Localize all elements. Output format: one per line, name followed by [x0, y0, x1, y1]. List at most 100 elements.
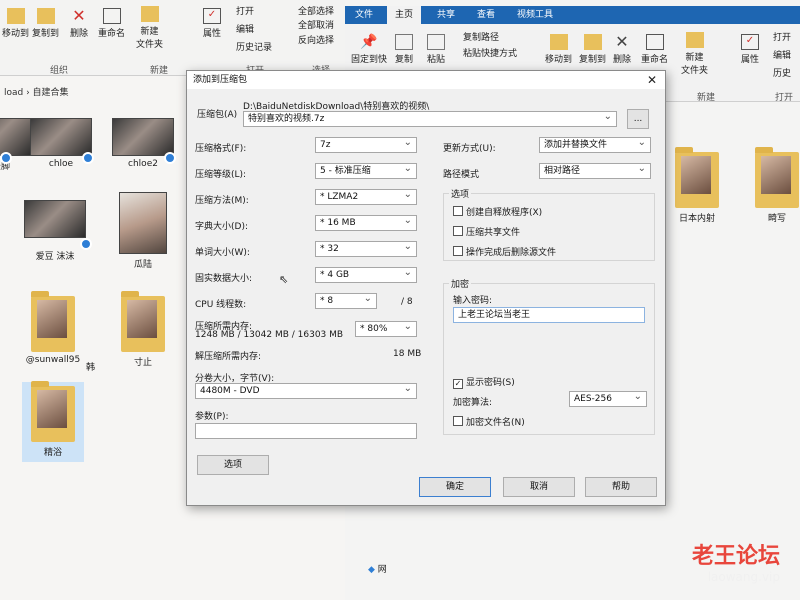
parameters-input[interactable] — [195, 423, 417, 439]
select-all[interactable]: 全部选择 — [298, 4, 334, 17]
method-label: 压缩方法(M): — [195, 196, 249, 206]
folder-tile[interactable]: 日本内射 — [666, 147, 728, 224]
memory-percent-select[interactable]: * 80% — [355, 321, 417, 337]
file-tile[interactable]: hc — [24, 200, 86, 238]
watermark-url: laowang.vip — [707, 570, 780, 584]
ribbon-copy-path[interactable]: 复制路径 — [463, 30, 499, 43]
folder-tile[interactable]: @sunwall95 — [22, 291, 84, 365]
close-icon[interactable]: ✕ — [647, 71, 657, 89]
file-tile[interactable]: 爱豆 沫沫 — [24, 246, 86, 262]
update-mode-select[interactable]: 添加并替换文件 — [539, 137, 651, 153]
ribbon-rename[interactable]: 重命名 — [641, 34, 668, 65]
path-mode-select[interactable]: 相对路径 — [539, 163, 651, 179]
video-thumbnail — [0, 118, 32, 156]
new-folder-icon — [140, 6, 159, 22]
ribbon-move-to[interactable]: 移动到 — [2, 8, 29, 39]
checkbox-box — [453, 226, 463, 236]
menu-history[interactable]: 历史记录 — [236, 40, 272, 53]
ribbon-rename[interactable]: 重命名 — [98, 8, 125, 39]
path-mode-label: 路径模式 — [443, 170, 480, 180]
ribbon-copy[interactable]: 复制 — [395, 34, 413, 65]
network-icon: ◆ — [368, 565, 375, 575]
options-button[interactable]: 选项 — [197, 455, 269, 475]
folder-icon — [31, 291, 75, 352]
ribbon-move-to[interactable]: 移动到 — [545, 34, 572, 65]
group-new: 新建 — [697, 93, 716, 103]
ribbon-delete[interactable]: ✕ 删除 — [70, 6, 88, 40]
move-to-icon — [6, 8, 25, 24]
ok-button[interactable]: 确定 — [419, 477, 491, 497]
select-none[interactable]: 全部取消 — [298, 18, 334, 31]
password-input[interactable]: 上老王论坛当老王 — [453, 307, 645, 323]
ribbon-properties[interactable]: ✓ 属性 — [203, 8, 221, 39]
ribbon-paste-shortcut[interactable]: 粘贴快捷方式 — [463, 46, 517, 59]
encryption-method-select[interactable]: AES-256 — [569, 391, 647, 407]
new-folder-icon — [685, 32, 704, 48]
copy-icon — [395, 34, 413, 50]
delete-icon: ✕ — [615, 32, 629, 51]
nav-network[interactable]: ◆ 网 — [368, 562, 387, 575]
tab-share[interactable]: 共享 — [429, 6, 463, 24]
method-select[interactable]: * LZMA2 — [315, 189, 417, 205]
select-invert[interactable]: 反向选择 — [298, 33, 334, 46]
format-select[interactable]: 7z — [315, 137, 417, 153]
level-select[interactable]: 5 - 标准压缩 — [315, 163, 417, 179]
pin-icon: 📌 — [360, 34, 378, 50]
folder-label: 韩 — [86, 363, 96, 373]
help-button[interactable]: 帮助 — [585, 477, 657, 497]
mouse-cursor-icon: ⇖ — [279, 273, 289, 286]
encryption-method-label: 加密算法: — [453, 398, 493, 408]
tab-view[interactable]: 查看 — [469, 6, 503, 24]
tab-video-tools[interactable]: 视频工具 — [509, 6, 561, 24]
split-size-select[interactable]: 4480M - DVD — [195, 383, 417, 399]
folder-tile-selected[interactable]: 精浴 — [22, 381, 84, 462]
compress-memory-value: 1248 MB / 13042 MB / 16303 MB — [195, 330, 344, 340]
sync-badge-icon — [82, 152, 94, 164]
word-size-select[interactable]: * 32 — [315, 241, 417, 257]
tab-file[interactable]: 文件 — [347, 6, 381, 24]
ribbon-paste[interactable]: 粘贴 — [427, 34, 445, 65]
video-thumbnail — [24, 200, 86, 238]
menu-edit[interactable]: 编辑 — [236, 22, 254, 35]
group-organize: 组织 — [50, 66, 69, 76]
delete-after-checkbox[interactable]: 操作完成后删除源文件 — [453, 245, 556, 258]
solid-block-select[interactable]: * 4 GB — [315, 267, 417, 283]
compress-shared-checkbox[interactable]: 压缩共享文件 — [453, 225, 520, 238]
archive-label: 压缩包(A) — [197, 110, 238, 120]
delete-icon: ✕ — [72, 6, 86, 25]
move-to-icon — [549, 34, 568, 50]
ribbon-history[interactable]: 历史 — [773, 66, 791, 79]
tab-home[interactable]: 主页 — [387, 6, 422, 24]
ribbon-new-folder[interactable]: 新建 文件夹 — [136, 6, 163, 50]
ribbon-properties[interactable]: ✓ 属性 — [741, 34, 759, 65]
word-size-label: 单词大小(W): — [195, 248, 250, 258]
folder-icon — [31, 381, 75, 442]
cpu-threads-select[interactable]: * 8 — [315, 293, 377, 309]
file-tile[interactable]: 瓜陆 — [112, 192, 174, 270]
browse-button[interactable]: ... — [627, 109, 649, 129]
dialog-title: 添加到压缩包 — [193, 75, 248, 85]
show-password-checkbox[interactable]: ✓ 显示密码(S) — [453, 375, 515, 389]
options-group-title: 选项 — [449, 187, 472, 200]
create-sfx-checkbox[interactable]: 创建自释放程序(X) — [453, 205, 542, 218]
dictionary-select[interactable]: * 16 MB — [315, 215, 417, 231]
ribbon-open[interactable]: 打开 — [773, 30, 791, 43]
encrypt-filenames-checkbox[interactable]: 加密文件名(N) — [453, 415, 525, 428]
properties-icon: ✓ — [741, 34, 759, 50]
ribbon-delete[interactable]: ✕ 删除 — [613, 32, 631, 66]
cancel-button[interactable]: 取消 — [503, 477, 575, 497]
menu-open[interactable]: 打开 — [236, 4, 254, 17]
format-label: 压缩格式(F): — [195, 144, 247, 154]
ribbon-edit[interactable]: 编辑 — [773, 48, 791, 61]
ribbon-copy-to[interactable]: 复制到 — [32, 8, 59, 39]
photo-of-screen: 移动到 复制到 ✕ 删除 重命名 新建 文件夹 ✓ 属性 打开 编辑 历史记录 全部… — [0, 0, 800, 600]
archive-name-combo[interactable]: 特别喜欢的视频.7z — [243, 111, 617, 127]
ribbon-new-folder[interactable]: 新建 文件夹 — [681, 32, 708, 76]
ribbon-copy-to[interactable]: 复制到 — [579, 34, 606, 65]
ribbon-pin[interactable]: 📌 固定到快 — [351, 34, 387, 65]
checkbox-checked: ✓ — [453, 379, 463, 389]
folder-tile[interactable]: 畸写 — [746, 147, 800, 224]
video-thumbnail — [112, 118, 174, 156]
photo-thumbnail — [119, 192, 167, 254]
folder-tile[interactable]: 寸止 — [112, 291, 174, 368]
